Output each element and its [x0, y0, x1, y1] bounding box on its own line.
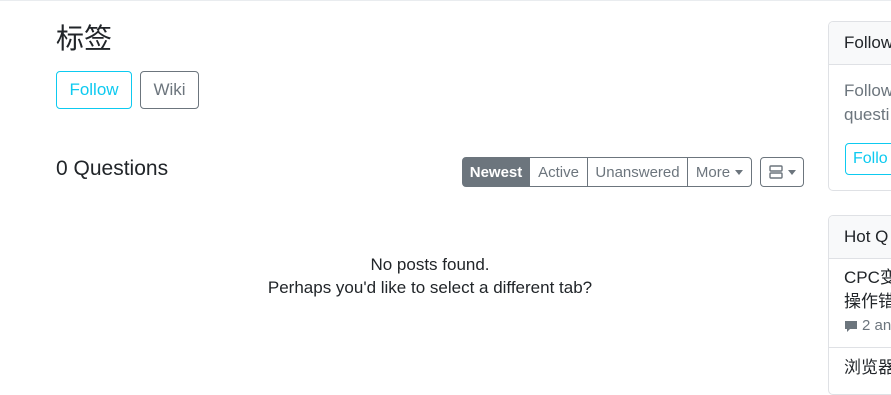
hot-questions-header: Hot Q — [829, 216, 891, 259]
follow-card-header: Follow — [829, 22, 891, 65]
tab-active[interactable]: Active — [529, 157, 588, 187]
empty-message-hint: Perhaps you'd like to select a different… — [267, 278, 593, 297]
view-toggle-dropdown[interactable] — [760, 157, 804, 187]
tab-unanswered[interactable]: Unanswered — [587, 157, 688, 187]
tab-more-dropdown[interactable]: More — [687, 157, 752, 187]
tab-unanswered-label: Unanswered — [595, 163, 680, 181]
follow-button[interactable]: Follow — [56, 71, 132, 109]
follow-card-text-line1: Follow — [844, 81, 891, 100]
hot-questions-card: Hot Q CPC变 操作错 2 an 浏览器 — [828, 215, 891, 395]
hot-question-link[interactable]: CPC变 — [844, 266, 891, 290]
hot-list-divider — [829, 347, 891, 348]
follow-card-button[interactable]: Follo — [845, 143, 891, 175]
tab-newest-label: Newest — [469, 163, 523, 181]
empty-message-title: No posts found. — [370, 255, 490, 274]
comment-icon — [845, 320, 857, 332]
hot-question-link[interactable]: 浏览器 — [844, 356, 891, 380]
tab-newest[interactable]: Newest — [462, 157, 530, 187]
list-view-icon — [768, 165, 783, 179]
top-divider — [0, 0, 891, 1]
hot-question-meta: 2 an — [844, 317, 891, 334]
sort-tabs: Newest Active Unanswered More — [462, 157, 752, 187]
follow-card: Follow Follow questi Follo — [828, 21, 891, 191]
tab-active-label: Active — [538, 163, 579, 181]
chevron-down-icon — [787, 169, 796, 175]
page-title: 标签 — [56, 22, 113, 55]
tab-more-label: More — [695, 163, 731, 181]
questions-count: 0 Questions — [56, 157, 169, 180]
hot-question-link-line2[interactable]: 操作错 — [844, 290, 891, 314]
hot-question-answers: 2 an — [862, 317, 891, 334]
chevron-down-icon — [735, 169, 744, 175]
follow-card-text-line2: questi — [844, 105, 890, 124]
wiki-button[interactable]: Wiki — [140, 71, 199, 109]
